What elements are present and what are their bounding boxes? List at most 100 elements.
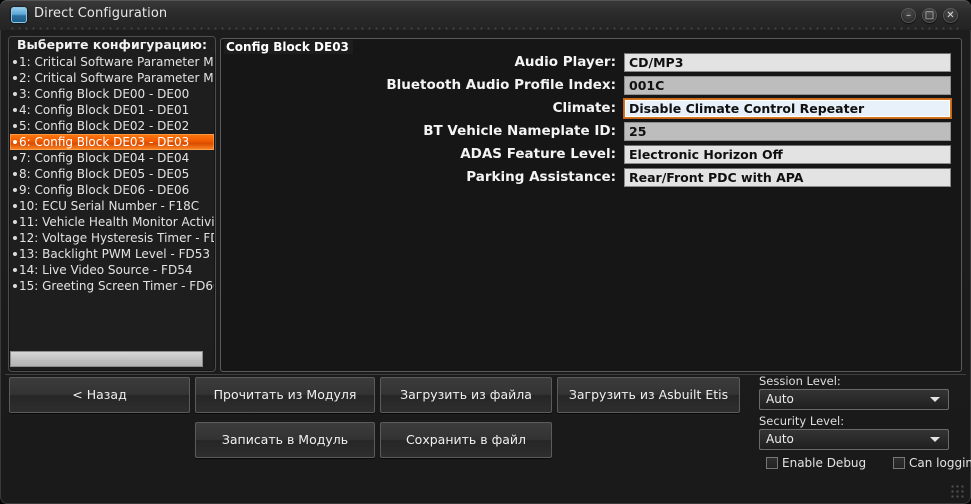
chevron-down-icon bbox=[930, 437, 940, 442]
enable-debug-checkbox[interactable]: Enable Debug bbox=[766, 456, 866, 470]
config-field-value[interactable]: 25 bbox=[624, 122, 951, 141]
list-item[interactable]: 1: Critical Software Parameter Mo bbox=[10, 54, 214, 70]
minimize-button[interactable]: – bbox=[901, 8, 916, 23]
bullet-icon bbox=[13, 204, 17, 208]
list-item-label: 1: Critical Software Parameter Mo bbox=[19, 55, 214, 69]
back-button[interactable]: < Назад bbox=[9, 377, 190, 413]
configuration-list[interactable]: 1: Critical Software Parameter Mo 2: Crit… bbox=[10, 54, 214, 370]
list-item[interactable]: 4: Config Block DE01 - DE01 bbox=[10, 102, 214, 118]
list-item[interactable]: 3: Config Block DE00 - DE00 bbox=[10, 86, 214, 102]
window-title: Direct Configuration bbox=[34, 6, 168, 21]
config-field-value[interactable]: 001C bbox=[624, 76, 951, 95]
list-item[interactable]: 10: ECU Serial Number - F18C bbox=[10, 198, 214, 214]
config-field-value[interactable]: Rear/Front PDC with APA bbox=[624, 168, 951, 187]
checkbox-icon[interactable] bbox=[893, 457, 905, 469]
config-field-label: Audio Player: bbox=[514, 54, 616, 70]
maximize-icon: □ bbox=[924, 10, 935, 21]
list-item-label: 2: Critical Software Parameter Mo bbox=[19, 71, 214, 85]
config-field-row: BT Vehicle Nameplate ID: 25 bbox=[221, 121, 961, 143]
config-field-label: ADAS Feature Level: bbox=[460, 146, 616, 162]
list-item[interactable]: 2: Critical Software Parameter Mo bbox=[10, 70, 214, 86]
checkbox-icon[interactable] bbox=[766, 457, 778, 469]
session-level-select[interactable]: Auto bbox=[759, 389, 949, 410]
config-field-value[interactable]: Electronic Horizon Off bbox=[624, 145, 951, 164]
sidebar-horizontal-scrollbar[interactable] bbox=[10, 351, 214, 367]
list-item-label: 9: Config Block DE06 - DE06 bbox=[19, 183, 190, 197]
config-field-row: Climate: Disable Climate Control Repeater bbox=[221, 98, 961, 120]
bullet-icon bbox=[13, 236, 17, 240]
config-fields-form: Audio Player: CD/MP3 Bluetooth Audio Profi… bbox=[221, 52, 961, 190]
list-item-label: 15: Greeting Screen Timer - FD60 bbox=[19, 279, 214, 293]
config-field-label: Parking Assistance: bbox=[466, 169, 616, 185]
list-item-label: 3: Config Block DE00 - DE00 bbox=[19, 87, 190, 101]
list-item[interactable]: 12: Voltage Hysteresis Timer - FD bbox=[10, 230, 214, 246]
config-field-row: Audio Player: CD/MP3 bbox=[221, 52, 961, 74]
list-item-label: 12: Voltage Hysteresis Timer - FD bbox=[19, 231, 214, 245]
can-logging-checkbox[interactable]: Can logging bbox=[893, 456, 971, 470]
load-from-file-button[interactable]: Загрузить из файла bbox=[380, 377, 552, 413]
list-item[interactable]: 14: Live Video Source - FD54 bbox=[10, 262, 214, 278]
maximize-button[interactable]: □ bbox=[922, 8, 937, 23]
list-item-label: 6: Config Block DE03 - DE03 bbox=[19, 135, 190, 149]
list-item-label: 13: Backlight PWM Level - FD53 bbox=[19, 247, 210, 261]
load-from-asbuilt-etis-button[interactable]: Загрузить из Asbuilt Etis bbox=[557, 377, 740, 413]
list-item[interactable]: 15: Greeting Screen Timer - FD60 bbox=[10, 278, 214, 294]
bullet-icon bbox=[13, 284, 17, 288]
bullet-icon bbox=[13, 124, 17, 128]
bullet-icon bbox=[13, 188, 17, 192]
list-item-label: 7: Config Block DE04 - DE04 bbox=[19, 151, 190, 165]
session-level-value: Auto bbox=[766, 392, 794, 406]
list-item-label: 5: Config Block DE02 - DE02 bbox=[19, 119, 190, 133]
bullet-icon bbox=[13, 156, 17, 160]
bullet-icon bbox=[13, 268, 17, 272]
close-icon: ✕ bbox=[946, 10, 955, 21]
config-field-row: Parking Assistance: Rear/Front PDC with A… bbox=[221, 167, 961, 189]
config-field-row: Bluetooth Audio Profile Index: 001C bbox=[221, 75, 961, 97]
minimize-icon: – bbox=[906, 10, 911, 21]
session-security-controls: Session Level: Auto Security Level: Auto… bbox=[752, 374, 971, 495]
enable-debug-label: Enable Debug bbox=[782, 456, 867, 470]
list-item-label: 4: Config Block DE01 - DE01 bbox=[19, 103, 190, 117]
resize-grip[interactable] bbox=[950, 484, 964, 498]
bullet-icon bbox=[13, 108, 17, 112]
bullet-icon bbox=[13, 76, 17, 80]
save-to-file-button[interactable]: Сохранить в файл bbox=[380, 422, 552, 458]
bullet-icon bbox=[13, 60, 17, 64]
list-item[interactable]: 6: Config Block DE03 - DE03 bbox=[10, 134, 214, 150]
session-level-label: Session Level: bbox=[759, 374, 841, 388]
security-level-label: Security Level: bbox=[759, 414, 845, 428]
bullet-icon bbox=[13, 92, 17, 96]
list-item-label: 10: ECU Serial Number - F18C bbox=[19, 199, 200, 213]
configuration-list-panel: Выберите конфигурацию: 1: Critical Softw… bbox=[8, 36, 216, 372]
bottom-toolbar: < Назад Прочитать из Модуля Загрузить из… bbox=[5, 374, 971, 499]
list-item[interactable]: 9: Config Block DE06 - DE06 bbox=[10, 182, 214, 198]
bullet-icon bbox=[13, 140, 17, 144]
config-field-label: BT Vehicle Nameplate ID: bbox=[423, 123, 616, 139]
list-item-label: 11: Vehicle Health Monitor Activity bbox=[19, 215, 214, 229]
config-field-row: ADAS Feature Level: Electronic Horizon Of… bbox=[221, 144, 961, 166]
sidebar-scrollbar-thumb[interactable] bbox=[10, 351, 203, 367]
config-field-label: Climate: bbox=[552, 100, 616, 116]
security-level-select[interactable]: Auto bbox=[759, 429, 949, 450]
list-item-label: 14: Live Video Source - FD54 bbox=[19, 263, 193, 277]
list-item[interactable]: 13: Backlight PWM Level - FD53 bbox=[10, 246, 214, 262]
chevron-down-icon bbox=[930, 397, 940, 402]
list-item-label: 8: Config Block DE05 - DE05 bbox=[19, 167, 190, 181]
titlebar-dot-texture bbox=[9, 26, 962, 31]
config-field-value[interactable]: CD/MP3 bbox=[624, 53, 951, 72]
debug-options-row: Enable Debug Can logging bbox=[759, 456, 971, 472]
list-item[interactable]: 8: Config Block DE05 - DE05 bbox=[10, 166, 214, 182]
bullet-icon bbox=[13, 220, 17, 224]
sidebar-header-label: Выберите конфигурацию: bbox=[9, 37, 215, 54]
list-item[interactable]: 7: Config Block DE04 - DE04 bbox=[10, 150, 214, 166]
write-to-module-button[interactable]: Записать в Модуль bbox=[195, 422, 375, 458]
config-field-value[interactable]: Disable Climate Control Repeater bbox=[624, 99, 951, 118]
close-button[interactable]: ✕ bbox=[943, 8, 958, 23]
read-from-module-button[interactable]: Прочитать из Модуля bbox=[195, 377, 375, 413]
app-window-icon bbox=[11, 7, 27, 23]
app-window: Direct Configuration – □ ✕ Выберите конф… bbox=[0, 0, 971, 504]
security-level-value: Auto bbox=[766, 432, 794, 446]
list-item[interactable]: 11: Vehicle Health Monitor Activity bbox=[10, 214, 214, 230]
can-logging-label: Can logging bbox=[909, 456, 971, 470]
list-item[interactable]: 5: Config Block DE02 - DE02 bbox=[10, 118, 214, 134]
